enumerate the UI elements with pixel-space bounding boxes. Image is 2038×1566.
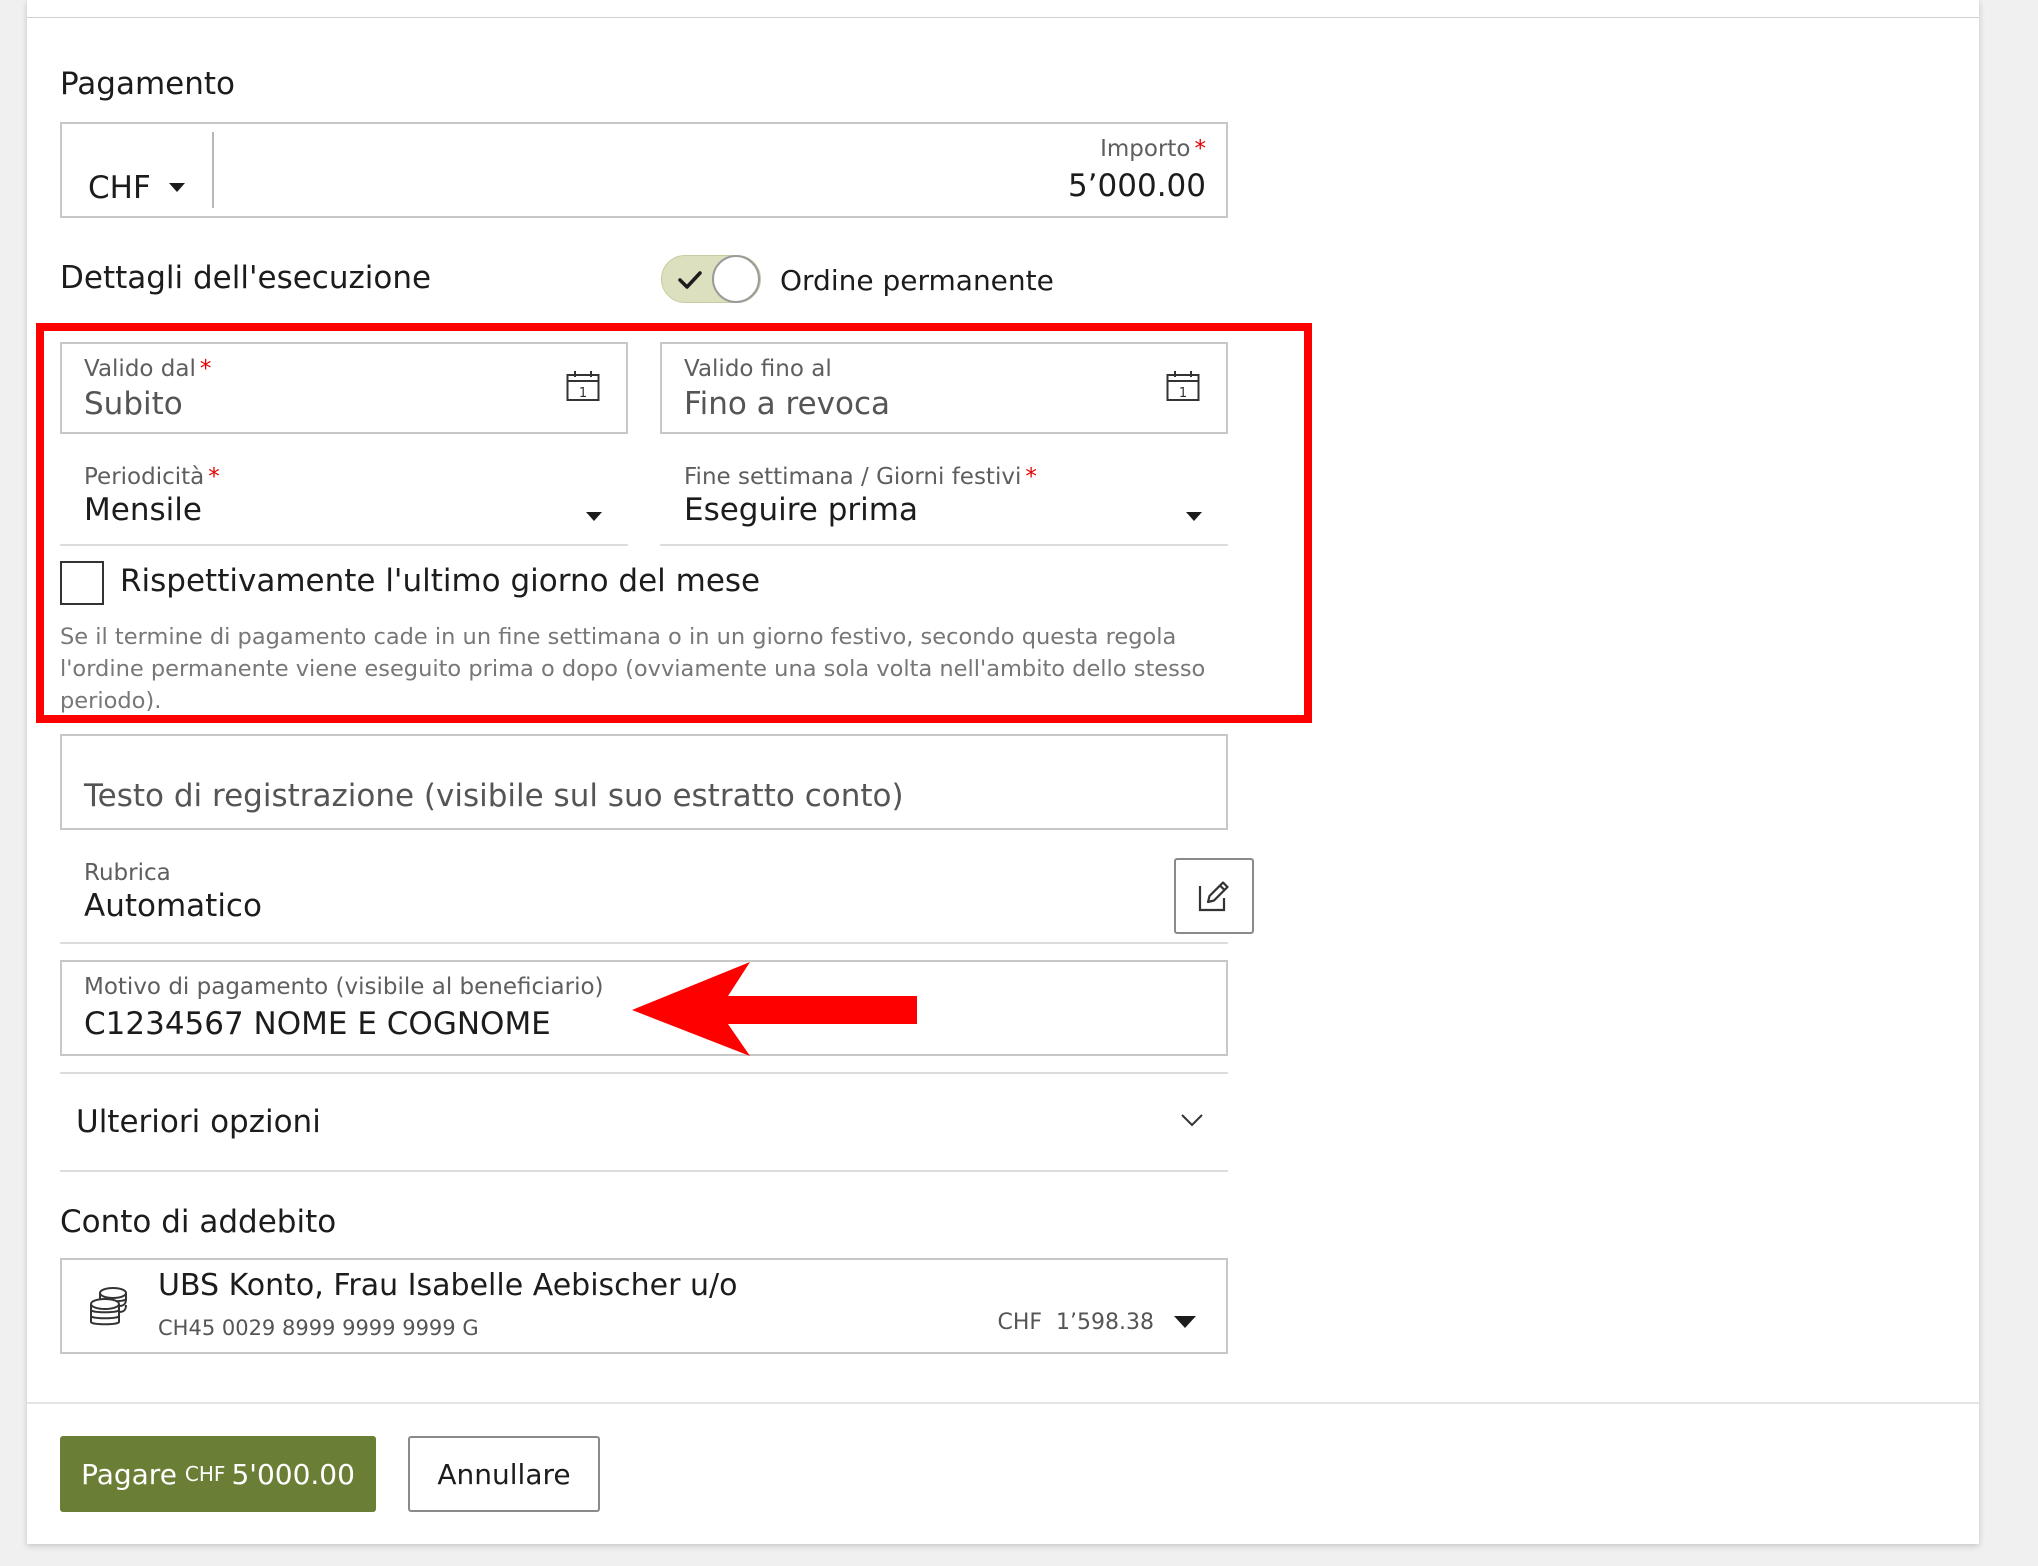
balance-currency: CHF: [997, 1310, 1043, 1335]
caret-down-icon: [1174, 1316, 1196, 1328]
red-arrow-icon: [632, 962, 917, 1056]
check-icon: [678, 271, 702, 289]
cancel-button[interactable]: Annullare: [408, 1436, 600, 1512]
footer-divider: [27, 1402, 1979, 1404]
address-book-underline: [60, 942, 1228, 944]
pay-button-currency: CHF: [184, 1462, 226, 1486]
balance-value: 1’598.38: [1056, 1310, 1154, 1335]
address-book-label: Rubrica: [84, 860, 171, 886]
debit-account-name: UBS Konto, Frau Isabelle Aebischer u/o: [158, 1268, 738, 1303]
standing-order-label: Ordine permanente: [780, 264, 1054, 297]
more-options-label: Ulteriori opzioni: [76, 1104, 321, 1140]
chevron-down-icon: [1181, 1114, 1203, 1127]
coins-icon: [90, 1287, 127, 1326]
debit-account-section-title: Conto di addebito: [60, 1204, 337, 1240]
address-book-value: Automatico: [84, 888, 262, 924]
payment-section-title: Pagamento: [60, 66, 236, 102]
amount-label: Importo *: [1100, 136, 1206, 162]
debit-account-iban: CH45 0029 8999 9999 9999 G: [158, 1316, 479, 1340]
currency-value: CHF: [88, 170, 151, 206]
toggle-knob: [712, 255, 760, 303]
amount-field-group: CHF Importo * 5’000.00: [60, 122, 1228, 218]
amount-input[interactable]: Importo * 5’000.00: [232, 124, 1226, 216]
pay-button-label: Pagare: [81, 1457, 177, 1491]
payment-form-card: Pagamento CHF Importo * 5’000.00 Dettagli…: [27, 0, 1979, 1544]
address-book-field[interactable]: Rubrica Automatico: [60, 858, 1228, 944]
edit-icon: [1198, 881, 1229, 912]
more-options-bottom-divider: [60, 1170, 1228, 1172]
more-options-toggle[interactable]: Ulteriori opzioni: [60, 1074, 1228, 1170]
payment-reason-value: C1234567 NOME E COGNOME: [84, 1006, 551, 1042]
debit-account-balance: CHF 1’598.38: [997, 1310, 1154, 1335]
red-highlight-frame: [36, 323, 1312, 723]
caret-down-icon: [168, 183, 185, 192]
top-divider: [27, 17, 1979, 18]
amount-value: 5’000.00: [1067, 168, 1206, 204]
payment-reason-label: Motivo di pagamento (visibile al benefic…: [84, 974, 604, 1000]
execution-section-title: Dettagli dell'esecuzione: [60, 260, 432, 296]
currency-select[interactable]: CHF: [62, 124, 212, 216]
debit-account-select[interactable]: UBS Konto, Frau Isabelle Aebischer u/o C…: [60, 1258, 1228, 1354]
standing-order-toggle[interactable]: [661, 255, 761, 303]
pay-button[interactable]: Pagare CHF 5'000.00: [60, 1436, 376, 1512]
currency-divider: [212, 132, 214, 208]
booking-text-field[interactable]: Testo di registrazione (visibile sul suo…: [60, 734, 1228, 830]
pay-button-amount: 5'000.00: [231, 1457, 355, 1491]
booking-text-placeholder: Testo di registrazione (visibile sul suo…: [84, 778, 904, 814]
edit-address-book-button[interactable]: [1174, 858, 1254, 934]
